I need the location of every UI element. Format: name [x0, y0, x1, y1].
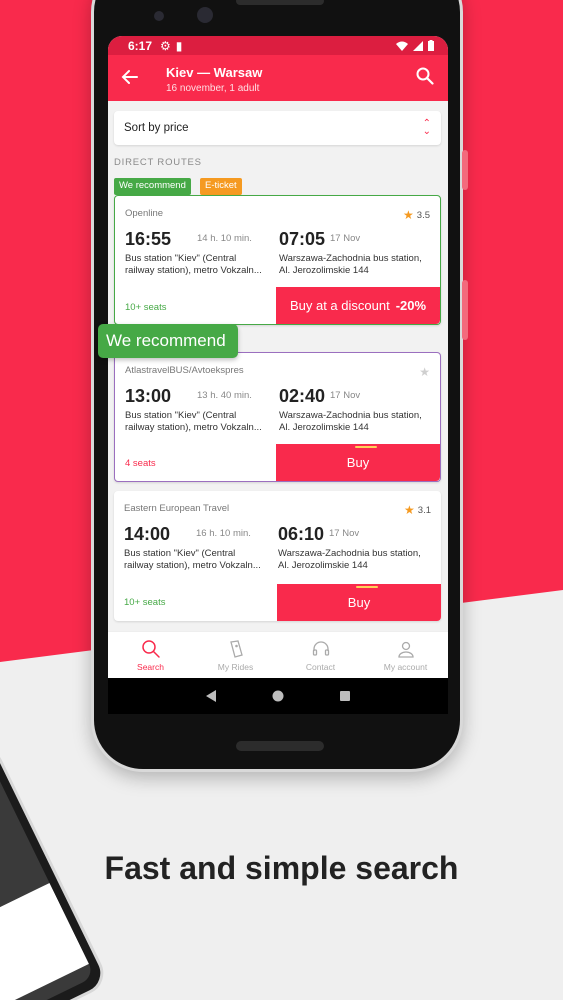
- back-triangle-icon[interactable]: [204, 689, 218, 703]
- ticket-icon: [229, 639, 243, 658]
- operator-name: Openline: [125, 208, 164, 219]
- camera-lens: [197, 7, 213, 23]
- chevron-up-down-icon: ⌃ ⌄: [422, 118, 431, 137]
- discount-label: -20%: [395, 298, 427, 313]
- star-icon: ★: [403, 208, 414, 222]
- rating-value: 3.5: [416, 209, 430, 221]
- star-icon: ★: [404, 503, 415, 517]
- nav-label: My Rides: [217, 661, 254, 672]
- nav-item-my-rides[interactable]: My Rides: [193, 632, 278, 678]
- arrival-station: Warszawa-Zachodnia bus station, Al. Jero…: [279, 410, 422, 433]
- app-bar: Kiev — Warsaw 16 november, 1 adult: [108, 55, 448, 101]
- button-highlight: [356, 586, 378, 588]
- search-icon[interactable]: [416, 67, 434, 85]
- nav-item-contact[interactable]: Contact: [278, 632, 363, 678]
- seats-available: 10+ seats: [125, 302, 167, 313]
- battery-icon: [428, 40, 434, 51]
- wifi-icon: [396, 41, 408, 51]
- signal-icon: [413, 40, 423, 51]
- sd-card-icon: ▮: [175, 38, 183, 53]
- trip-card[interactable]: AtlastravelBUS/Avtoekspres ★ 13:00 13 h.…: [114, 352, 441, 482]
- trip-duration: 14 h. 10 min.: [197, 233, 252, 244]
- departure-time: 16:55: [125, 229, 172, 249]
- bottom-speaker: [236, 741, 324, 751]
- nav-item-search[interactable]: Search: [108, 632, 193, 678]
- arrival-time: 02:40: [279, 386, 326, 406]
- buy-button-label: Buy: [347, 595, 371, 610]
- seats-available: 10+ seats: [124, 597, 166, 608]
- recommend-badge: We recommend: [114, 178, 191, 195]
- button-highlight: [355, 446, 377, 448]
- recommend-tooltip: We recommend: [98, 324, 238, 358]
- user-icon: [397, 641, 414, 658]
- trip-duration: 16 h. 10 min.: [196, 528, 251, 539]
- operator-name: AtlastravelBUS/Avtoekspres: [125, 365, 244, 376]
- arrival-station: Warszawa-Zachodnia bus station, Al. Jero…: [278, 548, 421, 571]
- arrival-time: 07:05: [279, 229, 326, 249]
- sort-dropdown[interactable]: Sort by price ⌃ ⌄: [114, 111, 441, 145]
- buy-button[interactable]: Buy: [277, 584, 441, 621]
- departure-time: 14:00: [124, 524, 171, 544]
- buy-button-label: Buy: [346, 455, 370, 470]
- system-navigation-bar: [108, 678, 448, 714]
- rating: ★ 3.5: [403, 208, 430, 222]
- secondary-phone-panel: [0, 882, 89, 1000]
- arrival-date: 17 Nov: [330, 233, 361, 244]
- sort-label: Sort by price: [124, 122, 189, 134]
- nav-label: Contact: [305, 661, 336, 672]
- buy-discount-button[interactable]: Buy at a discount -20%: [276, 287, 440, 324]
- arrival-date: 17 Nov: [329, 528, 360, 539]
- route-title: Kiev — Warsaw: [166, 65, 263, 80]
- status-time: 6:17: [128, 38, 153, 53]
- nav-item-my-account[interactable]: My account: [363, 632, 448, 678]
- trip-card[interactable]: Eastern European Travel ★ 3.1 14:00 16 h.…: [114, 491, 441, 621]
- trip-card[interactable]: Openline ★ 3.5 16:55 14 h. 10 min. 07:05 …: [114, 195, 441, 325]
- arrival-station: Warszawa-Zachodnia bus station, Al. Jero…: [279, 253, 422, 276]
- headset-icon: [312, 640, 329, 656]
- rating: ★ 3.1: [404, 503, 431, 517]
- arrival-time: 06:10: [278, 524, 325, 544]
- arrow-left-icon[interactable]: [120, 67, 140, 87]
- recents-square-icon[interactable]: [338, 689, 352, 703]
- rating-value: 3.1: [417, 504, 431, 516]
- bottom-navigation: Search My Rides Contact My account: [108, 631, 448, 678]
- nav-label: My account: [383, 661, 428, 672]
- nav-label: Search: [137, 661, 164, 672]
- departure-station: Bus station "Kiev" (Central railway stat…: [125, 253, 262, 276]
- departure-station: Bus station "Kiev" (Central railway stat…: [124, 548, 261, 571]
- eticket-badge: E-ticket: [200, 178, 242, 195]
- trip-duration: 13 h. 40 min.: [197, 390, 252, 401]
- status-bar: 6:17 ⚙ ▮: [108, 36, 448, 55]
- promo-headline: Fast and simple search: [104, 850, 459, 886]
- seats-available: 4 seats: [125, 458, 156, 469]
- phone-side-button-top: [462, 150, 468, 190]
- operator-name: Eastern European Travel: [124, 503, 230, 514]
- search-icon: [141, 639, 160, 658]
- star-icon: ★: [419, 365, 430, 379]
- home-circle-icon[interactable]: [271, 689, 285, 703]
- departure-time: 13:00: [125, 386, 172, 406]
- buy-button-label: Buy at a discount: [289, 298, 390, 313]
- departure-station: Bus station "Kiev" (Central railway stat…: [125, 410, 262, 433]
- arrival-date: 17 Nov: [330, 390, 361, 401]
- section-heading: DIRECT ROUTES: [114, 157, 202, 168]
- gear-icon: ⚙: [160, 38, 171, 53]
- camera-small: [154, 11, 164, 21]
- phone-side-button: [462, 280, 468, 340]
- rating: ★: [419, 365, 430, 379]
- top-speaker: [236, 0, 324, 5]
- buy-button[interactable]: Buy: [276, 444, 440, 481]
- route-subtitle: 16 november, 1 adult: [166, 83, 260, 94]
